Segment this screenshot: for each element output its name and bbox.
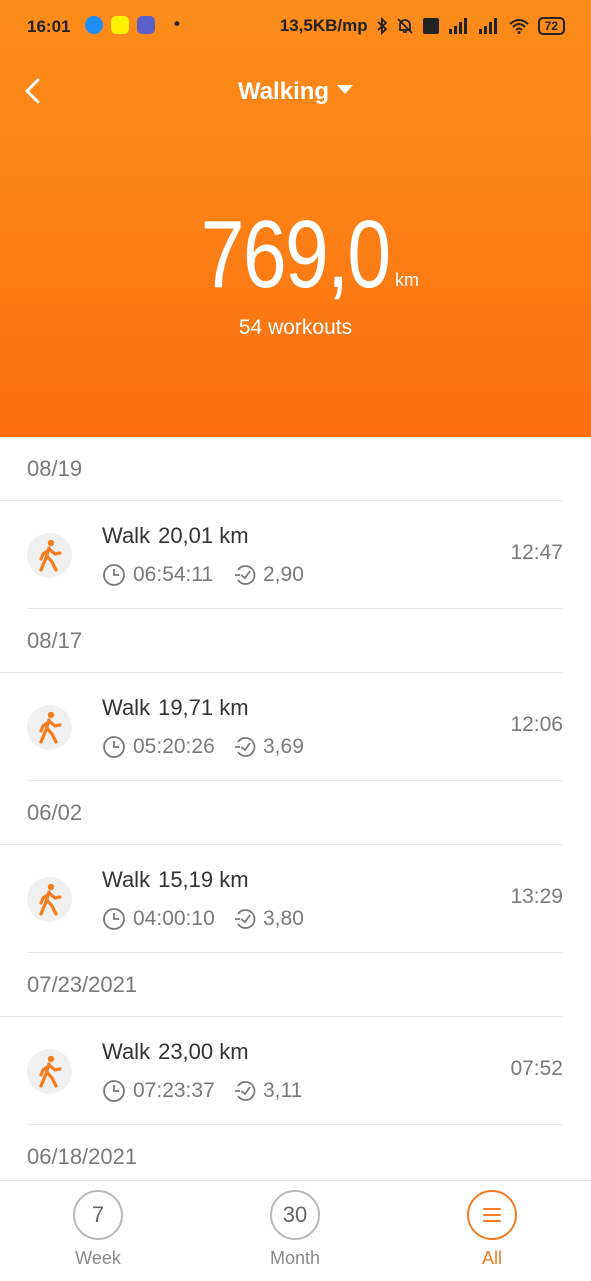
battery-icon: 72 xyxy=(537,17,565,35)
chevron-down-icon xyxy=(337,84,354,94)
tab-month-label: Month xyxy=(269,1248,321,1268)
status-bar: 16:01 • 13,5KB/mp 72 xyxy=(0,0,591,54)
more-notifications-dot: • xyxy=(174,14,180,33)
pace-value: 2,90 xyxy=(263,563,304,586)
pace-value: 3,11 xyxy=(263,1079,303,1102)
workout-row[interactable]: Walk 20,01 km 06:54:11 2,90 12:47 xyxy=(27,501,563,609)
section-date: 07/23/2021 xyxy=(0,953,563,1017)
pace-icon xyxy=(235,737,256,757)
section-date: 06/02 xyxy=(0,781,563,845)
workout-type: Walk xyxy=(102,867,151,892)
workout-distance: 23,00 km xyxy=(158,1039,249,1064)
workout-list: 08/19 Walk 20,01 km 06:54:11 2,90 12:47 0… xyxy=(0,437,591,1189)
clock-icon xyxy=(103,1080,125,1102)
walking-icon xyxy=(27,1049,72,1094)
workout-duration: 06:54:11 xyxy=(102,563,213,587)
pace-icon xyxy=(235,1081,256,1101)
duration-value: 04:00:10 xyxy=(133,907,215,930)
tab-week-label: Week xyxy=(75,1248,121,1268)
pace-value: 3,80 xyxy=(263,907,304,930)
teams-icon xyxy=(137,16,155,34)
clock-icon xyxy=(103,908,125,930)
duration-value: 07:23:37 xyxy=(133,1079,215,1102)
workout-distance: 15,19 km xyxy=(158,867,249,892)
status-time: 16:01 xyxy=(27,17,71,36)
workout-duration: 05:20:26 xyxy=(102,735,215,759)
section-date: 08/17 xyxy=(0,609,563,673)
pace-value: 3,69 xyxy=(263,735,304,758)
status-right: 13,5KB/mp 72 xyxy=(280,16,565,36)
workout-title: Walk 19,71 km xyxy=(102,695,257,721)
walking-icon xyxy=(27,533,72,578)
workout-time: 07:52 xyxy=(510,1057,563,1080)
bottom-tab-bar: 7 Week 30 Month All xyxy=(0,1180,591,1281)
messenger-icon xyxy=(85,16,103,34)
tab-week[interactable]: 7 Week xyxy=(48,1190,148,1269)
mute-bell-icon xyxy=(397,18,413,34)
workout-pace: 3,69 xyxy=(234,735,304,759)
signal-icon-2 xyxy=(478,18,497,34)
total-distance-value: 769,0 xyxy=(201,201,391,308)
workout-type: Walk xyxy=(102,695,151,720)
menu-icon xyxy=(467,1190,517,1240)
section-date: 08/19 xyxy=(0,437,563,501)
workout-type: Walk xyxy=(102,523,151,548)
workout-pace: 2,90 xyxy=(234,563,304,587)
clock-icon xyxy=(103,736,125,758)
workout-type: Walk xyxy=(102,1039,151,1064)
workout-distance: 20,01 km xyxy=(158,523,249,548)
workout-count: 54 workouts xyxy=(238,316,353,339)
network-speed: 13,5KB/mp xyxy=(279,16,368,35)
clock-icon xyxy=(103,564,125,586)
title-area: Walking xyxy=(0,78,591,106)
workout-time: 12:06 xyxy=(510,713,563,736)
pace-icon xyxy=(235,565,256,585)
page-title: Walking xyxy=(237,78,330,105)
tab-all[interactable]: All xyxy=(442,1190,542,1269)
workout-row[interactable]: Walk 19,71 km 05:20:26 3,69 12:06 xyxy=(27,673,563,781)
duration-value: 06:54:11 xyxy=(133,563,214,586)
workout-time: 12:47 xyxy=(510,541,563,564)
total-distance: 769,0 km xyxy=(0,200,591,310)
workout-title: Walk 23,00 km xyxy=(102,1039,257,1065)
notification-icons xyxy=(85,16,155,34)
signal-icon-1 xyxy=(448,18,467,34)
pace-icon xyxy=(235,909,256,929)
tab-week-number: 7 xyxy=(73,1190,123,1240)
workout-pace: 3,80 xyxy=(234,907,304,931)
tab-month[interactable]: 30 Month xyxy=(245,1190,345,1269)
walking-icon xyxy=(27,877,72,922)
workout-pace: 3,11 xyxy=(234,1079,302,1103)
workout-time: 13:29 xyxy=(510,885,563,908)
workout-title: Walk 15,19 km xyxy=(102,867,257,893)
activity-dropdown[interactable]: Walking xyxy=(237,78,354,106)
wifi-icon xyxy=(508,19,529,34)
tab-all-label: All xyxy=(481,1248,502,1268)
workout-row[interactable]: Walk 15,19 km 04:00:10 3,80 13:29 xyxy=(27,845,563,953)
duration-value: 05:20:26 xyxy=(133,735,215,758)
snapchat-icon xyxy=(111,16,129,34)
summary-header: 16:01 • 13,5KB/mp 72 Walking 769,0 km 54… xyxy=(0,0,591,437)
tab-month-number: 30 xyxy=(270,1190,320,1240)
workout-row[interactable]: Walk 23,00 km 07:23:37 3,11 07:52 xyxy=(27,1017,563,1125)
workout-duration: 07:23:37 xyxy=(102,1079,215,1103)
workout-title: Walk 20,01 km xyxy=(102,523,257,549)
bluetooth-icon xyxy=(377,17,387,35)
volte-icon xyxy=(422,18,439,34)
workout-distance: 19,71 km xyxy=(158,695,249,720)
workout-duration: 04:00:10 xyxy=(102,907,215,931)
walking-icon xyxy=(27,705,72,750)
total-distance-unit: km xyxy=(395,270,419,290)
